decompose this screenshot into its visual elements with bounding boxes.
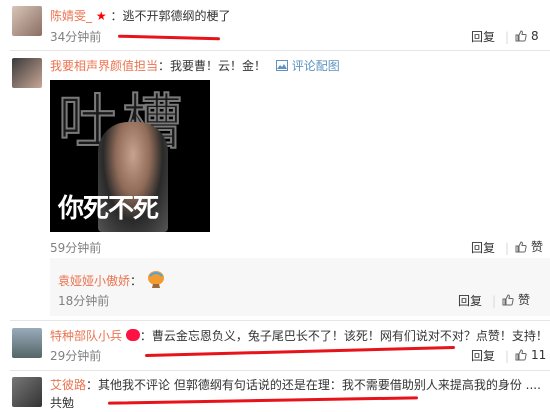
divider bbox=[10, 320, 550, 321]
reply-button[interactable]: 回复 bbox=[471, 30, 495, 44]
thumbs-up-icon bbox=[515, 349, 527, 361]
balloon-icon bbox=[147, 271, 164, 288]
timestamp: 59分钟前 bbox=[50, 241, 102, 255]
comment-image[interactable]: 吐槽 你死不死 bbox=[50, 80, 210, 232]
divider-bar: | bbox=[492, 294, 497, 308]
username[interactable]: 艾彼路 bbox=[50, 378, 86, 392]
username[interactable]: 陈婧雯_ bbox=[50, 9, 92, 23]
like-label: 赞 bbox=[518, 293, 531, 307]
like-count: 8 bbox=[531, 29, 539, 43]
reply-button[interactable]: 回复 bbox=[471, 241, 495, 255]
comment-text: ： bbox=[130, 274, 143, 288]
red-underline bbox=[117, 34, 221, 41]
comment-text: ：曹云金忘恩负义，兔子尾巴长不了！该死！网有们说对不对？点赞！支持！ bbox=[139, 329, 548, 343]
avatar[interactable] bbox=[12, 377, 42, 407]
avatar[interactable] bbox=[12, 58, 42, 88]
like-button[interactable]: 8 bbox=[515, 29, 539, 43]
comment-text: ：我要曹！云！金！ bbox=[158, 59, 267, 73]
red-underline bbox=[145, 345, 455, 358]
timestamp: 34分钟前 bbox=[50, 30, 102, 44]
timestamp: 29分钟前 bbox=[50, 349, 102, 363]
comment-line: 特种部队小兵 ：曹云金忘恩负义，兔子尾巴长不了！该死！网有们说对不对？点赞！支持… bbox=[50, 328, 548, 344]
reply-box: 袁娅娅小傲娇： 18分钟前 回复 | 赞 bbox=[50, 258, 550, 316]
comment-line: 我要相声界颜值担当：我要曹！云！金！ 评论配图 bbox=[50, 58, 340, 74]
like-button[interactable]: 11 bbox=[515, 348, 546, 362]
reply-button[interactable]: 回复 bbox=[458, 294, 482, 308]
username[interactable]: 我要相声界颜值担当 bbox=[50, 59, 158, 73]
image-caption: 你死不死 bbox=[58, 194, 159, 224]
username[interactable]: 袁娅娅小傲娇 bbox=[58, 274, 130, 288]
divider-bar: | bbox=[505, 241, 510, 255]
like-count: 11 bbox=[531, 348, 547, 362]
avatar[interactable] bbox=[12, 6, 42, 36]
comment-pic-link[interactable]: 评论配图 bbox=[275, 59, 340, 73]
avatar[interactable] bbox=[12, 328, 42, 358]
divider bbox=[10, 370, 550, 371]
vip-badge-icon bbox=[125, 329, 140, 341]
comment-line: 陈婧雯_ ★ ：逃不开郭德纲的梗了 bbox=[50, 8, 230, 24]
image-icon bbox=[275, 60, 288, 71]
timestamp: 18分钟前 bbox=[58, 294, 110, 308]
comment-line: 袁娅娅小傲娇： bbox=[58, 270, 166, 290]
divider-bar: | bbox=[505, 30, 510, 44]
divider bbox=[10, 50, 550, 51]
like-label: 赞 bbox=[531, 240, 544, 254]
star-icon: ★ bbox=[95, 9, 107, 23]
username[interactable]: 特种部队小兵 bbox=[50, 329, 122, 343]
thumbs-up-icon bbox=[515, 241, 527, 253]
divider-bar: | bbox=[505, 349, 510, 363]
reply-button[interactable]: 回复 bbox=[471, 349, 495, 363]
comment-text: ：其他我不评论 但郭德纲有句话说的还是在理：我不需要借助别人来提高我的身份 ..… bbox=[50, 378, 541, 410]
like-button[interactable]: 赞 bbox=[515, 240, 543, 254]
thumbs-up-icon bbox=[515, 30, 527, 42]
thumbs-up-icon bbox=[502, 294, 514, 306]
comment-text: ：逃不开郭德纲的梗了 bbox=[110, 9, 231, 23]
comment-line: 艾彼路：其他我不评论 但郭德纲有句话说的还是在理：我不需要借助别人来提高我的身份… bbox=[50, 376, 545, 412]
like-button[interactable]: 赞 bbox=[502, 293, 530, 307]
